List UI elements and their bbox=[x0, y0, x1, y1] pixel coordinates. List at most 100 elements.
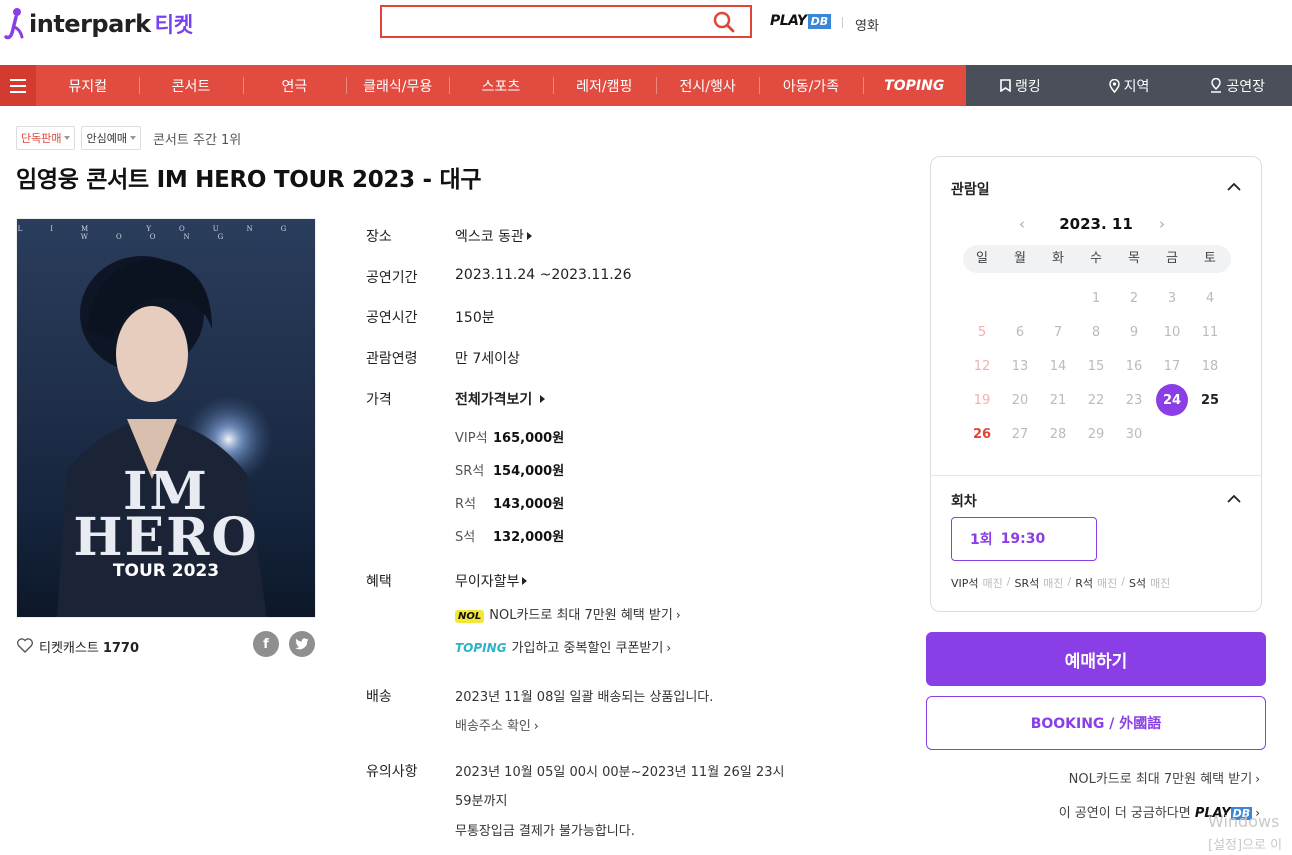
nav-region[interactable]: 지역 bbox=[1075, 65, 1184, 106]
arrow-right-icon bbox=[540, 395, 546, 403]
calendar-day: 8 bbox=[1091, 324, 1101, 340]
selected-day: 24 bbox=[1156, 384, 1188, 416]
nol-side-text: NOL카드로 최대 7만원 혜택 받기 bbox=[1068, 772, 1253, 787]
product-tags: 단독판매 안심예매 콘서트 주간 1위 bbox=[16, 126, 241, 150]
nav-item-leisure[interactable]: 레저/캠핑 bbox=[552, 65, 656, 106]
exclusive-tag[interactable]: 단독판매 bbox=[16, 126, 76, 150]
calendar-day: 23 bbox=[1125, 392, 1143, 408]
calendar-day: 10 bbox=[1163, 324, 1181, 340]
seat-grade: S석 bbox=[1128, 577, 1147, 590]
seat-separator: / bbox=[1006, 575, 1011, 588]
seat-sold-out: 매진 bbox=[1096, 577, 1118, 590]
round-time: 19:30 bbox=[1000, 531, 1046, 547]
price-all-link[interactable]: 전체가격보기 bbox=[455, 389, 546, 409]
menu-icon[interactable] bbox=[0, 65, 36, 106]
facebook-icon[interactable]: f bbox=[253, 631, 279, 657]
next-month-button[interactable]: › bbox=[1159, 215, 1165, 233]
ticketcast[interactable]: 티켓캐스트 1770 bbox=[39, 637, 139, 656]
bookmark-icon bbox=[1000, 79, 1011, 92]
toping-coupon-link[interactable]: TOPING 가입하고 중복할인 쿠폰받기 › bbox=[455, 637, 671, 656]
book-button[interactable]: 예매하기 bbox=[926, 632, 1266, 686]
installment-link[interactable]: 무이자할부 bbox=[455, 571, 528, 591]
movie-link[interactable]: 영화 bbox=[855, 15, 879, 34]
calendar-day: 11 bbox=[1201, 324, 1219, 340]
logo-sub: 티켓 bbox=[154, 13, 194, 37]
poster-footer: 티켓캐스트 1770 f bbox=[16, 631, 316, 657]
nav-item-concert[interactable]: 콘서트 bbox=[139, 65, 242, 106]
venue-link[interactable]: 엑스코 동관 bbox=[455, 226, 532, 246]
playdb-link[interactable]: PLAY DB bbox=[770, 13, 832, 29]
toping-text: 가입하고 중복할인 쿠폰받기 bbox=[511, 641, 664, 656]
calendar-day[interactable]: 25 bbox=[1191, 383, 1229, 417]
calendar-day: 12 bbox=[973, 358, 991, 374]
weekday: 목 bbox=[1128, 251, 1140, 266]
nav-item-play[interactable]: 연극 bbox=[242, 65, 346, 106]
round-option[interactable]: 1회 19:30 bbox=[951, 517, 1097, 561]
interpark-logo-icon bbox=[4, 8, 24, 40]
price-amount: 143,000원 bbox=[493, 497, 565, 512]
nav-item-family[interactable]: 아동/가족 bbox=[759, 65, 862, 106]
seat-grade: SR석 bbox=[1014, 577, 1040, 590]
seat-grade: R석 bbox=[1075, 577, 1093, 590]
search-input[interactable] bbox=[382, 7, 702, 36]
playdb-text: PLAY bbox=[770, 13, 807, 29]
nav-venue-label: 공연장 bbox=[1226, 78, 1265, 95]
calendar-day: 29 bbox=[1087, 426, 1105, 442]
header-divider bbox=[842, 17, 843, 28]
weekday: 금 bbox=[1166, 251, 1178, 266]
foreign-booking-button[interactable]: BOOKING / 外國語 bbox=[926, 696, 1266, 750]
poster-title: IM HERO bbox=[17, 466, 315, 564]
twitter-icon[interactable] bbox=[289, 631, 315, 657]
price-row: VIP석 165,000원 bbox=[455, 427, 564, 446]
interpark-logo[interactable]: interpark 티켓 bbox=[4, 6, 193, 42]
round-number: 1회 bbox=[970, 532, 993, 548]
nav-item-sports[interactable]: 스포츠 bbox=[449, 65, 552, 106]
period-label: 공연기간 bbox=[366, 270, 418, 286]
nav-ranking[interactable]: 랭킹 bbox=[966, 65, 1075, 106]
notice-line-2: 59분까지 bbox=[455, 794, 508, 809]
search-icon[interactable] bbox=[712, 10, 736, 34]
logo-text: interpark bbox=[29, 10, 151, 38]
poster-image: LIM YOUNG WOONG IM HERO TOUR 2023 bbox=[16, 218, 316, 618]
calendar-day: 13 bbox=[1011, 358, 1029, 374]
period-value: 2023.11.24 ~2023.11.26 bbox=[455, 267, 632, 283]
nav-region-label: 지역 bbox=[1123, 78, 1150, 95]
nav-item-toping[interactable]: TOPING bbox=[862, 65, 966, 106]
chevron-up-icon[interactable] bbox=[1227, 494, 1241, 504]
nav-item-classic[interactable]: 클래식/무용 bbox=[345, 65, 449, 106]
delivery-address-link[interactable]: 배송주소 확인 › bbox=[455, 715, 539, 734]
venue-label: 장소 bbox=[366, 229, 392, 245]
chevron-up-icon[interactable] bbox=[1227, 182, 1241, 192]
calendar-empty bbox=[1153, 417, 1191, 451]
benefit-label: 혜택 bbox=[366, 574, 392, 590]
calendar-day[interactable]: 26 bbox=[963, 417, 1001, 451]
calendar-grid: 1 2 3 4 5 6 7 8 9 10 11 12 13 14 15 16 17 18 19 20 21 22 23 24 2… bbox=[963, 281, 1231, 451]
heart-icon[interactable] bbox=[16, 637, 34, 653]
calendar-day[interactable]: 24 bbox=[1153, 383, 1191, 417]
calendar-day: 7 bbox=[1053, 324, 1063, 340]
date-heading: 관람일 bbox=[951, 182, 990, 198]
nav-item-exhibition[interactable]: 전시/행사 bbox=[655, 65, 759, 106]
calendar-empty bbox=[1039, 281, 1077, 315]
poster-top-text: LIM YOUNG WOONG bbox=[17, 225, 315, 241]
nav-venue[interactable]: 공연장 bbox=[1183, 65, 1292, 106]
price-label: 가격 bbox=[366, 392, 392, 408]
nav-item-musical[interactable]: 뮤지컬 bbox=[36, 65, 139, 106]
age-value: 만 7세이상 bbox=[455, 351, 520, 367]
chevron-right-icon: › bbox=[533, 719, 539, 733]
calendar-empty bbox=[963, 281, 1001, 315]
booking-panel: 관람일 ‹ 2023. 11 › 일 월 화 수 목 금 토 123456789… bbox=[930, 156, 1262, 612]
price-grade: SR석 bbox=[455, 464, 485, 479]
weekday: 화 bbox=[1052, 251, 1064, 266]
arrow-right-icon bbox=[526, 232, 532, 240]
calendar-day: 30 bbox=[1125, 426, 1143, 442]
delivery-label: 배송 bbox=[366, 689, 392, 705]
safe-tag-label: 안심예매 bbox=[86, 132, 127, 145]
notice-label: 유의사항 bbox=[366, 764, 418, 780]
safe-booking-tag[interactable]: 안심예매 bbox=[81, 126, 141, 150]
windows-watermark-sub: [설정]으로 이 bbox=[1208, 838, 1283, 853]
calendar-day: 3 bbox=[1167, 290, 1177, 306]
nol-card-side-link[interactable]: NOL카드로 최대 7만원 혜택 받기 › bbox=[1069, 768, 1260, 787]
nol-card-link[interactable]: NOL NOL카드로 최대 7만원 혜택 받기 › bbox=[455, 604, 681, 623]
calendar-day: 14 bbox=[1049, 358, 1067, 374]
